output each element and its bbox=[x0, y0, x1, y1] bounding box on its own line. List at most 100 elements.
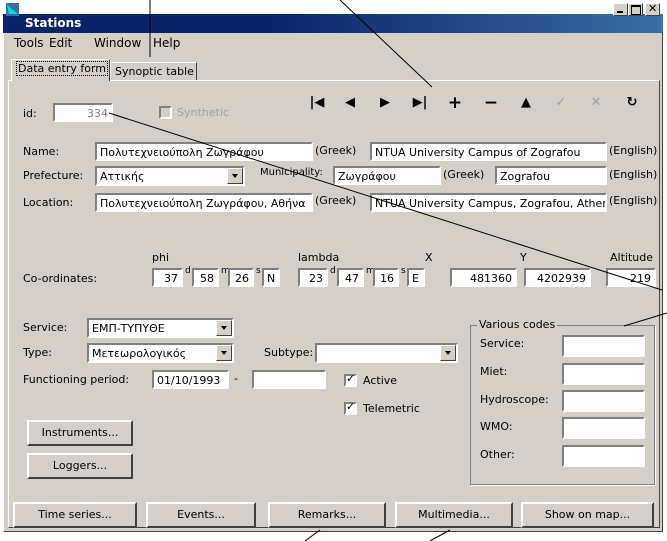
minimize-button[interactable] bbox=[613, 3, 628, 16]
phi-hemisphere-field[interactable]: N bbox=[262, 268, 280, 287]
lambda-minutes-field[interactable]: 47 bbox=[337, 268, 364, 287]
phi-label: phi bbox=[152, 251, 170, 264]
tab-synoptic-table[interactable]: Synoptic table bbox=[110, 62, 197, 80]
location-english-field[interactable]: NTUA University Campus, Zografou, Athen bbox=[370, 193, 607, 212]
chevron-down-icon[interactable] bbox=[216, 320, 232, 336]
cancel-edit-icon[interactable]: ✕ bbox=[586, 94, 606, 112]
coordinates-label: Co-ordinates: bbox=[23, 272, 98, 285]
chevron-down-icon[interactable] bbox=[227, 168, 243, 184]
location-greek-tag: (Greek) bbox=[315, 194, 357, 207]
wmo-label: WMO: bbox=[480, 420, 513, 433]
name-label: Name: bbox=[23, 145, 60, 158]
active-label: Active bbox=[363, 374, 398, 387]
location-label: Location: bbox=[23, 196, 74, 209]
type-select[interactable]: Μετεωρολογικός bbox=[87, 343, 234, 363]
degree-mark: d bbox=[185, 266, 191, 276]
add-record-icon[interactable]: + bbox=[445, 94, 465, 112]
menu-window[interactable]: Window bbox=[94, 36, 141, 50]
telemetric-checkbox[interactable] bbox=[344, 400, 357, 415]
location-english-tag: (English) bbox=[609, 194, 658, 207]
functioning-period-label: Functioning period: bbox=[23, 373, 130, 386]
municipality-english-tag: (English) bbox=[609, 168, 658, 181]
name-english-field[interactable]: NTUA University Campus of Zografou bbox=[370, 142, 607, 161]
multimedia-button[interactable]: Multimedia... bbox=[395, 502, 513, 528]
name-greek-field[interactable]: Πολυτεχνειούπολη Ζωγράφου bbox=[95, 142, 313, 161]
synthetic-label: Synthetic bbox=[177, 106, 229, 119]
menu-help[interactable]: Help bbox=[153, 36, 180, 50]
edit-record-icon[interactable]: ▲ bbox=[516, 94, 536, 112]
prev-record-icon[interactable]: ◀ bbox=[340, 94, 360, 112]
time-series-button[interactable]: Time series... bbox=[13, 502, 137, 528]
y-field[interactable]: 4202939 bbox=[524, 268, 591, 287]
municipality-label: Municipality: bbox=[260, 167, 323, 178]
id-field[interactable]: 334 bbox=[53, 103, 113, 122]
location-greek-field[interactable]: Πολυτεχνειούπολη Ζωγράφου, Αθήνα bbox=[95, 193, 313, 212]
phi-degrees-field[interactable]: 37 bbox=[152, 268, 183, 287]
chevron-down-icon[interactable] bbox=[216, 345, 232, 361]
remarks-button[interactable]: Remarks... bbox=[268, 502, 386, 528]
wmo-field[interactable] bbox=[562, 417, 645, 439]
type-label: Type: bbox=[23, 346, 52, 359]
prefecture-label: Prefecture: bbox=[23, 169, 84, 182]
municipality-greek-field[interactable]: Ζωγράφου bbox=[333, 166, 441, 185]
close-icon: ✕ bbox=[648, 2, 658, 15]
service-select[interactable]: ΕΜΠ-ΤΥΠΥΘΕ bbox=[87, 318, 234, 338]
second-mark: s bbox=[256, 266, 261, 276]
service-label: Service: bbox=[23, 321, 68, 334]
close-button[interactable]: ✕ bbox=[645, 2, 660, 16]
window-title: Stations bbox=[25, 16, 82, 30]
app-icon bbox=[6, 3, 19, 16]
instruments-button[interactable]: Instruments... bbox=[27, 420, 133, 446]
subtype-label: Subtype: bbox=[264, 346, 314, 359]
lambda-degrees-field[interactable]: 23 bbox=[298, 268, 328, 287]
lambda-label: lambda bbox=[298, 251, 340, 264]
title-bar[interactable]: Stations bbox=[3, 14, 663, 33]
second-mark: s bbox=[401, 266, 406, 276]
x-label: X bbox=[425, 251, 433, 264]
functioning-end-field[interactable] bbox=[252, 370, 326, 389]
tab-data-entry-form[interactable]: Data entry form bbox=[11, 59, 110, 81]
municipality-english-field[interactable]: Zografou bbox=[495, 166, 607, 185]
loggers-button[interactable]: Loggers... bbox=[27, 453, 133, 479]
chevron-down-icon[interactable] bbox=[440, 345, 456, 361]
period-separator: - bbox=[234, 372, 238, 385]
prefecture-select[interactable]: Αττικής bbox=[95, 166, 245, 186]
refresh-icon[interactable]: ↻ bbox=[622, 94, 642, 112]
synthetic-checkbox[interactable] bbox=[159, 106, 172, 119]
events-button[interactable]: Events... bbox=[146, 502, 256, 528]
altitude-label: Altitude bbox=[610, 251, 653, 264]
post-edit-icon[interactable]: ✓ bbox=[551, 94, 571, 112]
name-english-tag: (English) bbox=[609, 144, 658, 157]
miet-field[interactable] bbox=[562, 363, 645, 385]
phi-seconds-field[interactable]: 26 bbox=[228, 268, 254, 287]
other-label: Other: bbox=[480, 448, 515, 461]
first-record-icon[interactable]: |◀ bbox=[307, 94, 327, 112]
functioning-start-field[interactable]: 01/10/1993 bbox=[152, 370, 229, 389]
active-checkbox[interactable] bbox=[344, 372, 357, 387]
menu-edit[interactable]: Edit bbox=[49, 36, 72, 50]
next-record-icon[interactable]: ▶ bbox=[375, 94, 395, 112]
show-on-map-button[interactable]: Show on map... bbox=[521, 502, 654, 528]
last-record-icon[interactable]: ▶| bbox=[410, 94, 430, 112]
x-field[interactable]: 481360 bbox=[450, 268, 517, 287]
y-label: Y bbox=[520, 251, 527, 264]
altitude-field[interactable]: 219 bbox=[606, 268, 656, 287]
delete-record-icon[interactable]: − bbox=[481, 94, 501, 112]
degree-mark: d bbox=[330, 266, 336, 276]
various-service-label: Service: bbox=[480, 337, 525, 350]
subtype-select[interactable] bbox=[315, 343, 458, 363]
id-label: id: bbox=[23, 107, 37, 120]
name-greek-tag: (Greek) bbox=[315, 144, 357, 157]
menu-tools[interactable]: Tools bbox=[14, 36, 44, 50]
maximize-button[interactable] bbox=[628, 3, 643, 16]
telemetric-label: Telemetric bbox=[363, 402, 420, 415]
municipality-greek-tag: (Greek) bbox=[443, 168, 485, 181]
hydroscope-field[interactable] bbox=[562, 390, 645, 412]
lambda-seconds-field[interactable]: 16 bbox=[373, 268, 399, 287]
other-field[interactable] bbox=[562, 445, 645, 467]
various-codes-title: Various codes bbox=[477, 318, 558, 331]
lambda-hemisphere-field[interactable]: E bbox=[407, 268, 425, 287]
miet-label: Miet: bbox=[480, 365, 508, 378]
phi-minutes-field[interactable]: 58 bbox=[192, 268, 219, 287]
various-service-field[interactable] bbox=[562, 335, 645, 357]
